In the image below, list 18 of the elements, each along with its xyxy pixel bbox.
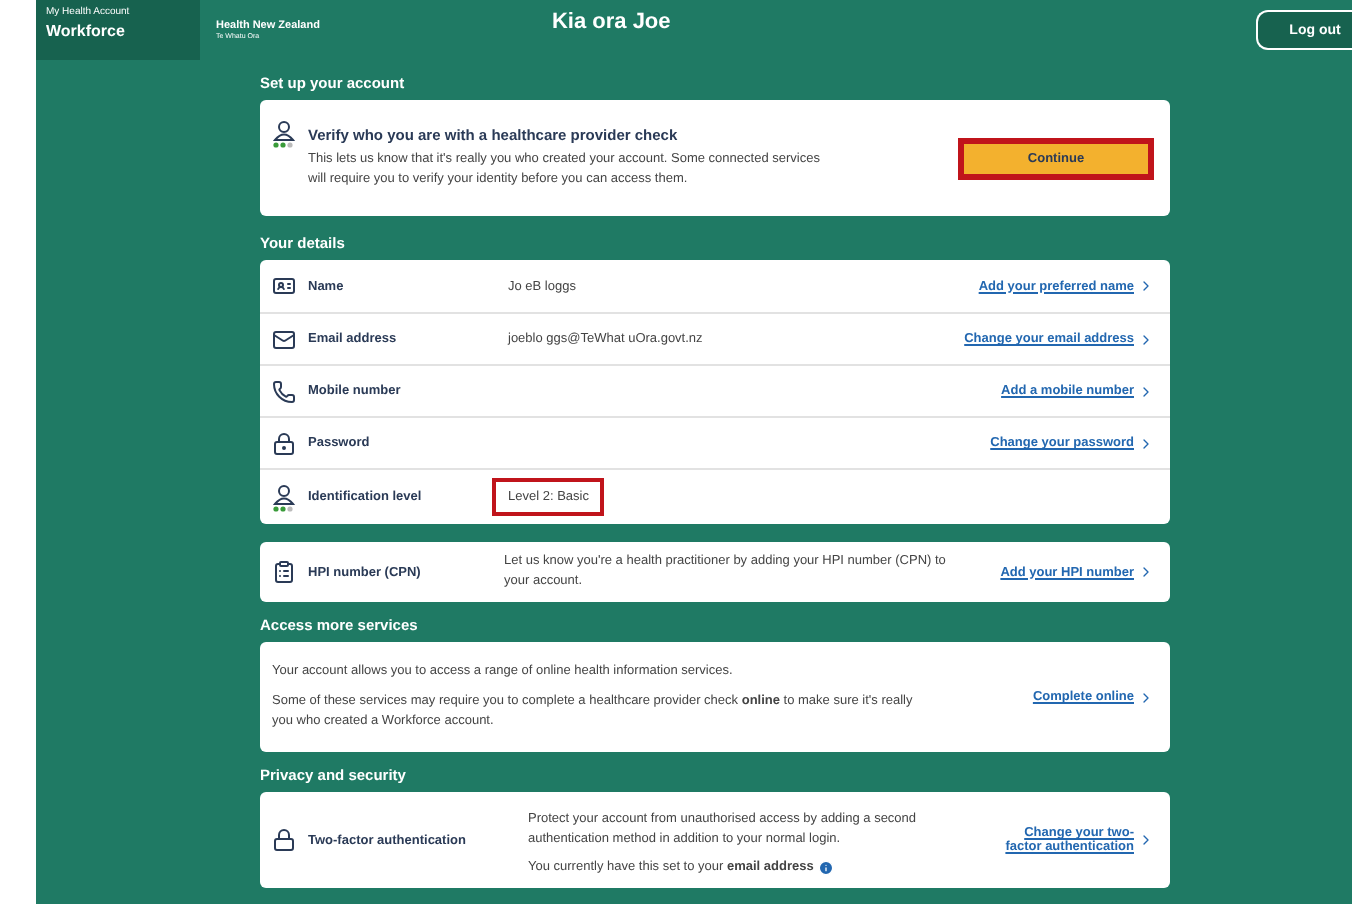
id-card-icon (272, 274, 296, 298)
chevron-icon (1138, 564, 1154, 580)
lock-icon (272, 431, 296, 455)
clipboard-icon (272, 560, 296, 584)
chevron-icon (1138, 383, 1154, 399)
chevron-icon (1138, 832, 1154, 848)
chevron-icon (1138, 435, 1154, 451)
chevron-icon (1138, 689, 1154, 705)
user-level-icon (272, 120, 296, 148)
mail-icon (272, 327, 296, 351)
phone-icon (272, 379, 296, 403)
user-level-icon (272, 483, 296, 511)
brand-name: Workforce (46, 22, 127, 40)
info-icon[interactable] (817, 859, 834, 876)
greeting: Kia ora Joe (551, 10, 671, 34)
lock-icon (272, 828, 296, 852)
chevron-icon (1138, 331, 1154, 347)
chevron-icon (1138, 278, 1154, 294)
